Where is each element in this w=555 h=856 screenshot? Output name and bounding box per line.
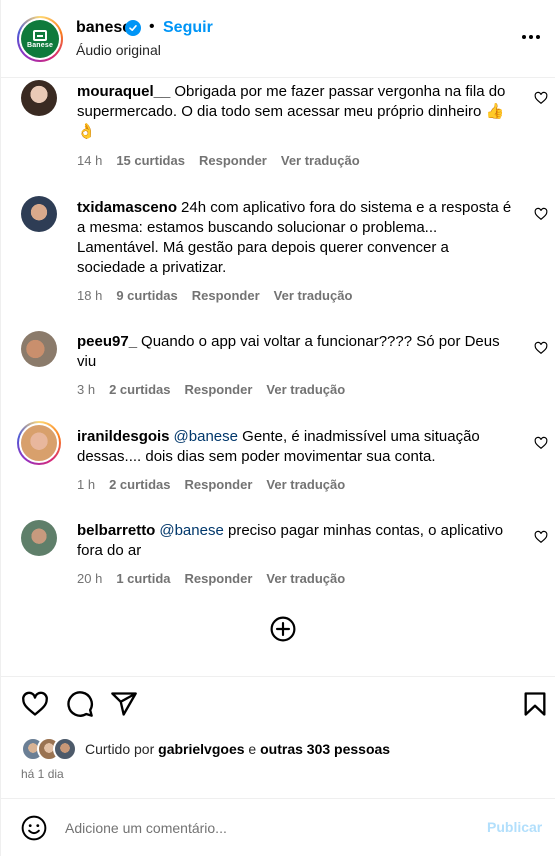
comment-meta: 3 h 2 curtidas Responder Ver tradução (77, 382, 359, 397)
follow-button[interactable]: Seguir (163, 19, 213, 37)
reply-button[interactable]: Responder (192, 288, 260, 303)
likes-prefix: Curtido por (85, 741, 155, 757)
publish-button[interactable]: Publicar (487, 819, 542, 835)
account-avatar[interactable]: Banese (17, 16, 63, 62)
translate-button[interactable]: Ver tradução (281, 153, 360, 168)
more-options-icon[interactable] (522, 35, 540, 39)
comment-body: peeu97_ Quando o app vai voltar a funcion… (77, 332, 517, 372)
commenter-avatar-story-ring[interactable] (17, 421, 61, 465)
translate-button[interactable]: Ver tradução (266, 477, 345, 492)
translate-button[interactable]: Ver tradução (266, 382, 345, 397)
comment-heart-icon[interactable] (534, 341, 548, 355)
composer-divider (1, 798, 555, 799)
likes-conjunction: e (248, 741, 257, 757)
commenter-avatar[interactable] (21, 196, 57, 232)
comment-likes[interactable]: 15 curtidas (116, 153, 185, 168)
comment-text: Quando o app vai voltar a funcionar???? … (77, 333, 500, 370)
reply-button[interactable]: Responder (185, 571, 253, 586)
comment-username[interactable]: belbarretto (77, 522, 155, 539)
comment-username[interactable]: mouraquel__ (77, 83, 170, 100)
likes-summary: Curtido por gabrielvgoes e outras 303 pe… (21, 737, 541, 763)
post-comments-panel: Banese banese • Seguir Áudio original mo… (0, 0, 555, 856)
reply-button[interactable]: Responder (185, 382, 253, 397)
comment-body: mouraquel__ Obrigada por me fazer passar … (77, 82, 517, 142)
comment-meta: 20 h 1 curtida Responder Ver tradução (77, 571, 359, 586)
comment-icon[interactable] (66, 690, 94, 718)
banese-logo-mark-icon (33, 29, 47, 41)
plus-circle-icon[interactable] (270, 616, 296, 642)
comment-meta: 18 h 9 curtidas Responder Ver tradução (77, 288, 366, 303)
reply-button[interactable]: Responder (185, 477, 253, 492)
post-header: Banese banese • Seguir Áudio original (1, 0, 555, 78)
translate-button[interactable]: Ver tradução (266, 571, 345, 586)
commenter-avatar[interactable] (21, 331, 57, 367)
banese-logo: Banese (21, 20, 59, 58)
comment-username[interactable]: iranildesgois (77, 428, 170, 445)
audio-label[interactable]: Áudio original (76, 42, 161, 58)
actions-divider (1, 676, 555, 677)
comment-likes[interactable]: 9 curtidas (116, 288, 177, 303)
comment-likes[interactable]: 2 curtidas (109, 477, 170, 492)
emoji-icon[interactable] (21, 815, 47, 841)
heart-icon[interactable] (21, 690, 49, 718)
comment-body: txidamasceno 24h com aplicativo fora do s… (77, 198, 517, 278)
likes-others[interactable]: outras 303 pessoas (260, 741, 390, 757)
commenter-avatar[interactable] (21, 520, 57, 556)
comment-time[interactable]: 18 h (77, 288, 102, 303)
liker-avatar (53, 737, 77, 761)
likes-user[interactable]: gabrielvgoes (158, 741, 244, 757)
verified-badge-icon (125, 20, 141, 36)
comment-time[interactable]: 1 h (77, 477, 95, 492)
logo-text: Banese (26, 41, 54, 49)
comment-username[interactable]: peeu97_ (77, 333, 137, 350)
comment-time[interactable]: 14 h (77, 153, 102, 168)
comment-meta: 1 h 2 curtidas Responder Ver tradução (77, 477, 359, 492)
comment-meta: 14 h 15 curtidas Responder Ver tradução (77, 153, 374, 168)
reply-button[interactable]: Responder (199, 153, 267, 168)
comment-time[interactable]: 3 h (77, 382, 95, 397)
comment-likes[interactable]: 2 curtidas (109, 382, 170, 397)
commenter-avatar (19, 423, 59, 463)
comment-time[interactable]: 20 h (77, 571, 102, 586)
comment-input[interactable] (65, 815, 465, 841)
translate-button[interactable]: Ver tradução (274, 288, 353, 303)
account-name[interactable]: banese (76, 19, 131, 37)
share-icon[interactable] (110, 690, 138, 718)
comment-mention[interactable]: @banese (159, 522, 223, 539)
comment-heart-icon[interactable] (534, 530, 548, 544)
comment-heart-icon[interactable] (534, 436, 548, 450)
comment-mention[interactable]: @banese (174, 428, 238, 445)
comment-likes[interactable]: 1 curtida (116, 571, 170, 586)
likes-text: Curtido por gabrielvgoes e outras 303 pe… (85, 741, 390, 757)
bookmark-icon[interactable] (521, 690, 549, 718)
post-time[interactable]: há 1 dia (21, 767, 64, 781)
commenter-avatar[interactable] (21, 80, 57, 116)
comment-heart-icon[interactable] (534, 91, 548, 105)
comment-username[interactable]: txidamasceno (77, 199, 177, 216)
likers-avatars[interactable] (21, 737, 83, 763)
comment-heart-icon[interactable] (534, 207, 548, 221)
comment-body: iranildesgois @banese Gente, é inadmissív… (77, 427, 517, 467)
comment-body: belbarretto @banese preciso pagar minhas … (77, 521, 517, 561)
separator-dot: • (149, 18, 155, 35)
